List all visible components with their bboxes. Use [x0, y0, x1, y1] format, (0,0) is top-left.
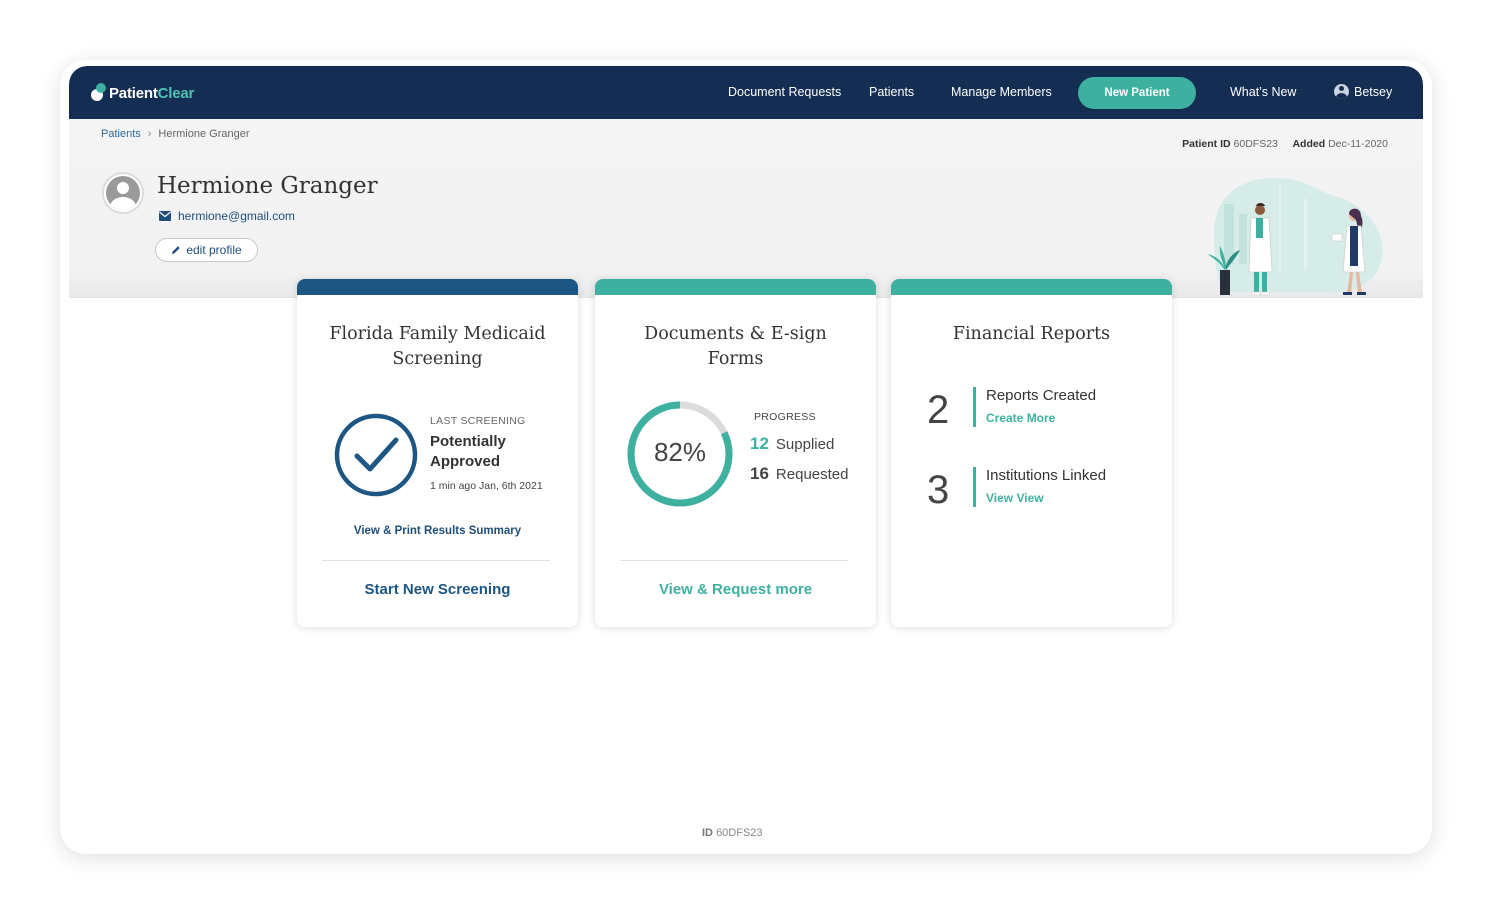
edit-profile-button[interactable]: edit profile	[155, 238, 258, 262]
progress-percent: 82%	[653, 437, 707, 467]
financial-card-title: Financial Reports	[952, 324, 1111, 344]
doctors-illustration	[1208, 177, 1383, 296]
print-results-link[interactable]: View & Print Results Summary	[297, 525, 578, 537]
documents-card-title: Documents & E-sign Forms	[644, 324, 827, 369]
financial-card-accent	[891, 279, 1172, 295]
progress-label: PROGRESS	[754, 411, 816, 423]
brand-logo[interactable]: PatientClear	[91, 82, 194, 104]
documents-card-accent	[595, 279, 876, 295]
added-label: Added	[1292, 138, 1326, 150]
screening-time: 1 min ago Jan, 6th 2021	[430, 480, 543, 492]
new-patient-button[interactable]: New Patient	[1078, 77, 1196, 109]
create-more-link[interactable]: Create More	[986, 411, 1055, 425]
screening-card: Florida Family Medicaid Screening LAST S…	[297, 279, 578, 627]
requested-stat: 16 Requested	[750, 464, 848, 484]
screening-status: Potentially Approved	[430, 433, 506, 470]
chevron-right-icon: ›	[147, 128, 152, 140]
patient-email[interactable]: hermione@gmail.com	[159, 209, 295, 223]
patient-name: Hermione Granger	[157, 173, 378, 199]
card-divider	[322, 560, 550, 561]
top-navigation: PatientClear Document Requests Patients …	[69, 66, 1423, 119]
row-accent-bar	[973, 467, 976, 507]
card-divider	[620, 560, 848, 561]
supplied-stat: 12 Supplied	[750, 434, 834, 454]
breadcrumb-patients-link[interactable]: Patients	[101, 128, 141, 140]
patient-id-label: Patient ID	[1182, 138, 1231, 150]
requested-label: Requested	[775, 466, 849, 483]
supplied-count: 12	[750, 434, 769, 453]
nav-patients[interactable]: Patients	[869, 85, 914, 99]
row-accent-bar	[973, 387, 976, 427]
reports-created-count: 2	[927, 388, 950, 432]
nav-document-requests[interactable]: Document Requests	[728, 85, 841, 99]
footer-id-label: ID	[702, 827, 713, 839]
start-new-screening-button[interactable]: Start New Screening	[297, 581, 578, 598]
requested-count: 16	[750, 464, 769, 483]
checkmark-circle-icon	[334, 413, 418, 497]
nav-manage-members[interactable]: Manage Members	[951, 85, 1052, 99]
envelope-icon	[159, 211, 171, 221]
institutions-linked-count: 3	[927, 468, 950, 512]
breadcrumb: Patients › Hermione Granger	[101, 128, 250, 140]
brand-name: PatientClear	[109, 84, 195, 102]
supplied-label: Supplied	[775, 436, 835, 453]
view-request-more-button[interactable]: View & Request more	[595, 581, 876, 598]
user-name: Betsey	[1354, 84, 1393, 99]
patient-meta: Patient ID 60DFS23 Added Dec-11-2020	[1182, 138, 1388, 150]
documents-card: Documents & E-sign Forms 82% PROGRESS 12…	[595, 279, 876, 627]
view-institutions-link[interactable]: View View	[986, 491, 1044, 505]
reports-created-label: Reports Created	[986, 387, 1097, 404]
nav-whats-new[interactable]: What’s New	[1230, 85, 1296, 99]
footer-patient-id: ID 60DFS23	[702, 827, 763, 839]
pencil-icon	[172, 246, 181, 254]
breadcrumb-current: Hermione Granger	[158, 128, 250, 140]
edit-profile-label: edit profile	[186, 243, 242, 257]
screening-card-accent	[297, 279, 578, 295]
institutions-linked-label: Institutions Linked	[986, 467, 1107, 484]
patient-id-value: 60DFS23	[1233, 138, 1278, 150]
user-menu[interactable]: Betsey	[1334, 84, 1392, 99]
app-window: PatientClear Document Requests Patients …	[69, 66, 1423, 836]
footer-id-value: 60DFS23	[716, 827, 763, 839]
patient-email-text: hermione@gmail.com	[178, 209, 295, 223]
financial-card: Financial Reports 2 Reports Created Crea…	[891, 279, 1172, 627]
added-value: Dec-11-2020	[1328, 138, 1388, 150]
avatar-placeholder-icon	[102, 172, 144, 214]
last-screening-label: LAST SCREENING	[430, 415, 526, 427]
screening-card-title: Florida Family Medicaid Screening	[329, 324, 546, 369]
logo-mark-icon	[91, 83, 107, 103]
user-circle-icon	[1334, 84, 1349, 99]
